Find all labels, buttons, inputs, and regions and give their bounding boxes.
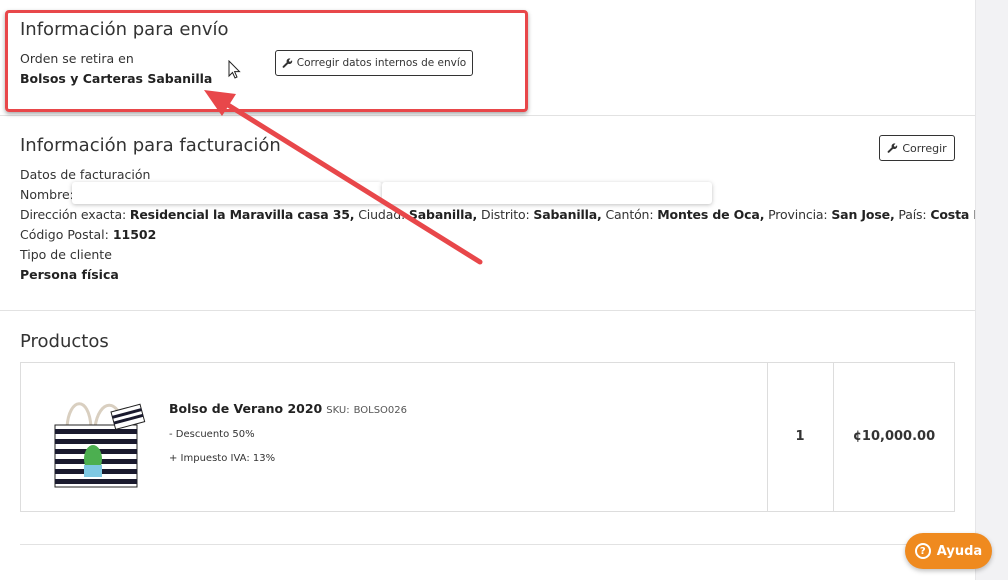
mouse-cursor-icon xyxy=(228,60,241,79)
help-label: Ayuda xyxy=(936,543,983,559)
help-question-icon: ? xyxy=(914,543,931,559)
annotation-arrow xyxy=(204,90,483,265)
help-button[interactable]: ? Ayuda xyxy=(905,533,992,569)
